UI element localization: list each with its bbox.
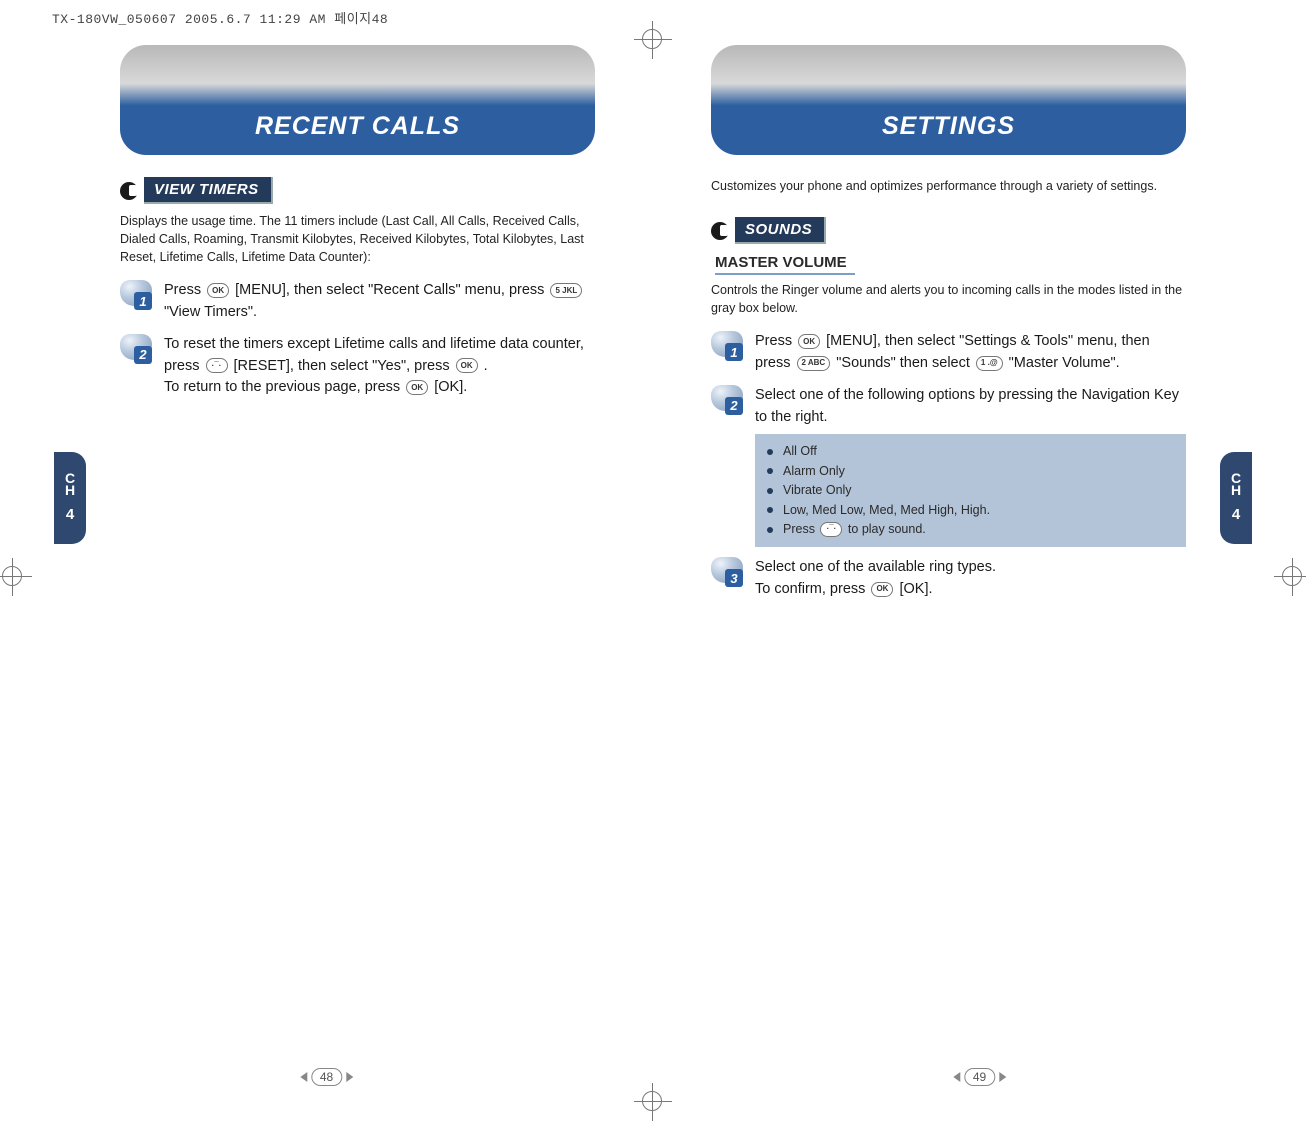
option-row: Press ·¯· to play sound. xyxy=(767,520,1174,539)
options-box: All Off Alarm Only Vibrate Only Low, Med… xyxy=(755,434,1186,547)
intro-text: Customizes your phone and optimizes perf… xyxy=(711,177,1186,195)
step-number: 2 xyxy=(725,397,743,415)
step-row: 2 Select one of the following options by… xyxy=(711,385,1186,429)
ok-key-icon: OK xyxy=(456,358,478,373)
page-right: C H 4 SETTINGS Customizes your phone and… xyxy=(653,27,1306,1126)
option-row: Low, Med Low, Med, Med High, High. xyxy=(767,501,1174,520)
page-title-pill: SETTINGS xyxy=(711,45,1186,155)
text: "Master Volume". xyxy=(1009,355,1120,371)
page-spread: C H 4 RECENT CALLS VIEW TIMERS Displays … xyxy=(0,27,1306,1126)
text: "Sounds" then select xyxy=(836,355,970,371)
ok-key-icon: OK xyxy=(406,380,428,395)
chapter-letter: H xyxy=(65,485,75,497)
page-number: 48 xyxy=(300,1068,353,1086)
text: To confirm, press xyxy=(755,581,865,597)
triangle-right-icon xyxy=(999,1072,1006,1082)
five-key-icon: 5 JKL xyxy=(550,283,582,298)
triangle-left-icon xyxy=(953,1072,960,1082)
step-row: 2 To reset the timers except Lifetime ca… xyxy=(120,334,595,399)
step-number: 3 xyxy=(725,569,743,587)
step-badge: 1 xyxy=(120,280,154,308)
step-text: Select one of the available ring types. … xyxy=(755,557,1186,601)
chapter-letter: H xyxy=(1231,485,1241,497)
chapter-tab-right: C H 4 xyxy=(1220,452,1252,544)
text: Press xyxy=(755,333,792,349)
step-text: To reset the timers except Lifetime call… xyxy=(164,334,595,399)
section-description: Displays the usage time. The 11 timers i… xyxy=(120,212,595,266)
option-text: Press ·¯· to play sound. xyxy=(783,520,926,539)
ok-key-icon: OK xyxy=(207,283,229,298)
text: Press xyxy=(164,282,201,298)
subsection-heading: MASTER VOLUME xyxy=(715,254,1186,271)
text: Press xyxy=(783,522,815,536)
bullet-icon xyxy=(767,449,773,455)
page-number-value: 49 xyxy=(964,1068,995,1086)
chapter-tab-left: C H 4 xyxy=(54,452,86,544)
option-row: Alarm Only xyxy=(767,462,1174,481)
page-title: SETTINGS xyxy=(882,112,1015,141)
triangle-left-icon xyxy=(300,1072,307,1082)
chapter-number: 4 xyxy=(66,506,74,523)
text: . xyxy=(484,358,488,374)
softkey-icon: ·¯· xyxy=(820,522,842,537)
text: [OK]. xyxy=(434,379,467,395)
chapter-number: 4 xyxy=(1232,506,1240,523)
step-row: 3 Select one of the available ring types… xyxy=(711,557,1186,601)
section-label: SOUNDS xyxy=(735,217,826,244)
ok-key-icon: OK xyxy=(798,334,820,349)
triangle-right-icon xyxy=(346,1072,353,1082)
section-bullet-icon xyxy=(711,222,729,240)
option-row: Vibrate Only xyxy=(767,481,1174,500)
step-badge: 2 xyxy=(120,334,154,362)
text: [RESET], then select "Yes", press xyxy=(234,358,450,374)
step-row: 1 Press OK [MENU], then select "Settings… xyxy=(711,331,1186,375)
bullet-icon xyxy=(767,468,773,474)
text: [OK]. xyxy=(899,581,932,597)
text: [MENU], then select "Recent Calls" menu,… xyxy=(235,282,544,298)
section-bullet-icon xyxy=(120,182,138,200)
page-title-pill: RECENT CALLS xyxy=(120,45,595,155)
text: to play sound. xyxy=(848,522,926,536)
step-number: 2 xyxy=(134,346,152,364)
text: Select one of the available ring types. xyxy=(755,559,996,575)
two-key-icon: 2 ABC xyxy=(797,356,831,371)
option-row: All Off xyxy=(767,442,1174,461)
subsection-description: Controls the Ringer volume and alerts yo… xyxy=(711,281,1186,317)
step-badge: 1 xyxy=(711,331,745,359)
heading-underline xyxy=(715,273,855,275)
page-number-value: 48 xyxy=(311,1068,342,1086)
section-header: VIEW TIMERS xyxy=(120,177,595,204)
step-badge: 3 xyxy=(711,557,745,585)
option-text: Alarm Only xyxy=(783,462,845,481)
step-badge: 2 xyxy=(711,385,745,413)
bullet-icon xyxy=(767,507,773,513)
softkey-icon: ·¯· xyxy=(206,358,228,373)
step-number: 1 xyxy=(725,343,743,361)
bullet-icon xyxy=(767,488,773,494)
ok-key-icon: OK xyxy=(871,582,893,597)
bullet-icon xyxy=(767,527,773,533)
text: To return to the previous page, press xyxy=(164,379,400,395)
step-text: Select one of the following options by p… xyxy=(755,385,1186,429)
text: "View Timers". xyxy=(164,304,257,320)
section-header: SOUNDS xyxy=(711,217,1186,244)
page-title: RECENT CALLS xyxy=(255,112,460,141)
step-number: 1 xyxy=(134,292,152,310)
page-number: 49 xyxy=(953,1068,1006,1086)
page-left: C H 4 RECENT CALLS VIEW TIMERS Displays … xyxy=(0,27,653,1126)
section-label: VIEW TIMERS xyxy=(144,177,273,204)
step-text: Press OK [MENU], then select "Settings &… xyxy=(755,331,1186,375)
one-key-icon: 1 .@ xyxy=(976,356,1003,371)
option-text: All Off xyxy=(783,442,817,461)
option-text: Low, Med Low, Med, Med High, High. xyxy=(783,501,990,520)
step-row: 1 Press OK [MENU], then select "Recent C… xyxy=(120,280,595,324)
option-text: Vibrate Only xyxy=(783,481,852,500)
step-text: Press OK [MENU], then select "Recent Cal… xyxy=(164,280,595,324)
